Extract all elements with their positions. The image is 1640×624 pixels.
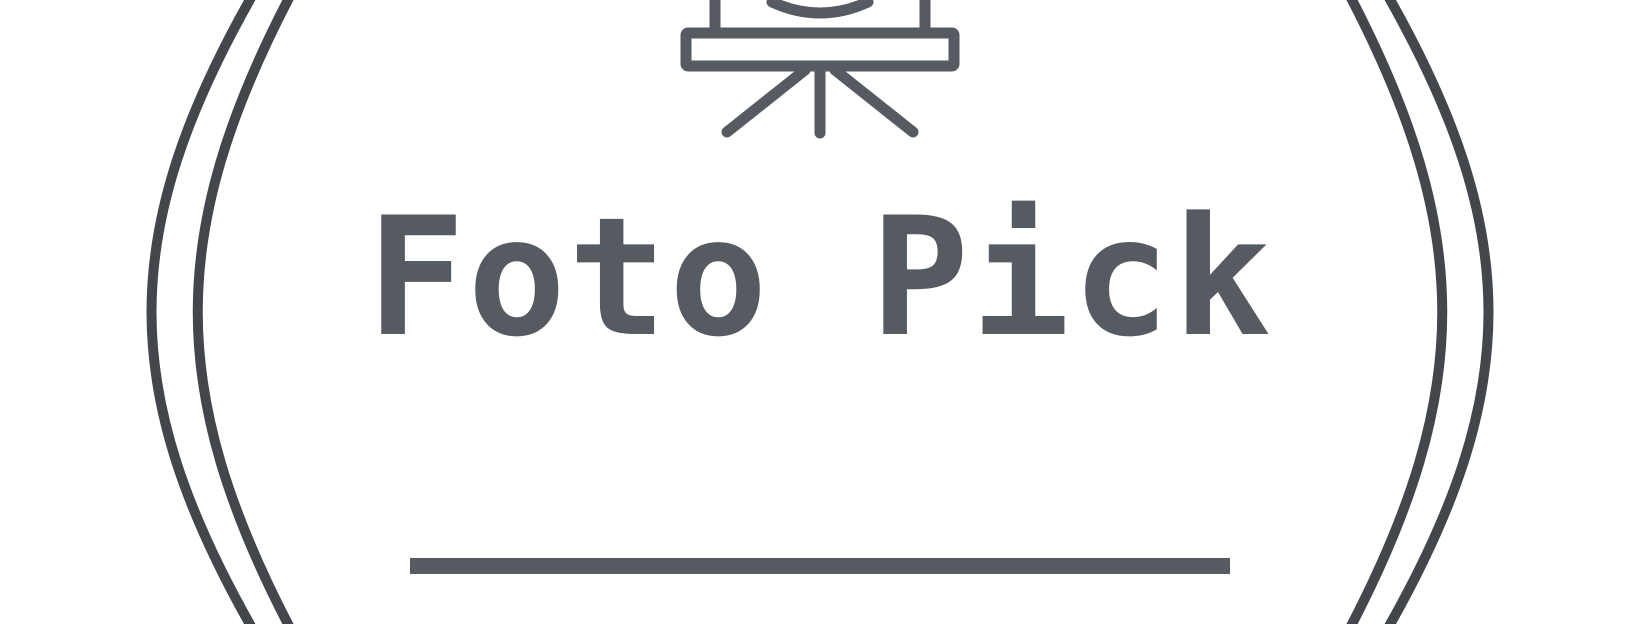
camera-base-plate [680, 27, 960, 72]
brand-name: Foto Pick [366, 182, 1274, 373]
camera-lens-arc [766, 0, 874, 19]
tripod-right-leg [829, 64, 919, 138]
tripod-left-leg [721, 64, 811, 138]
underline-bar [410, 558, 1230, 574]
camera-on-tripod-icon [680, 0, 960, 139]
logo-canvas: Foto Pick [0, 0, 1640, 624]
